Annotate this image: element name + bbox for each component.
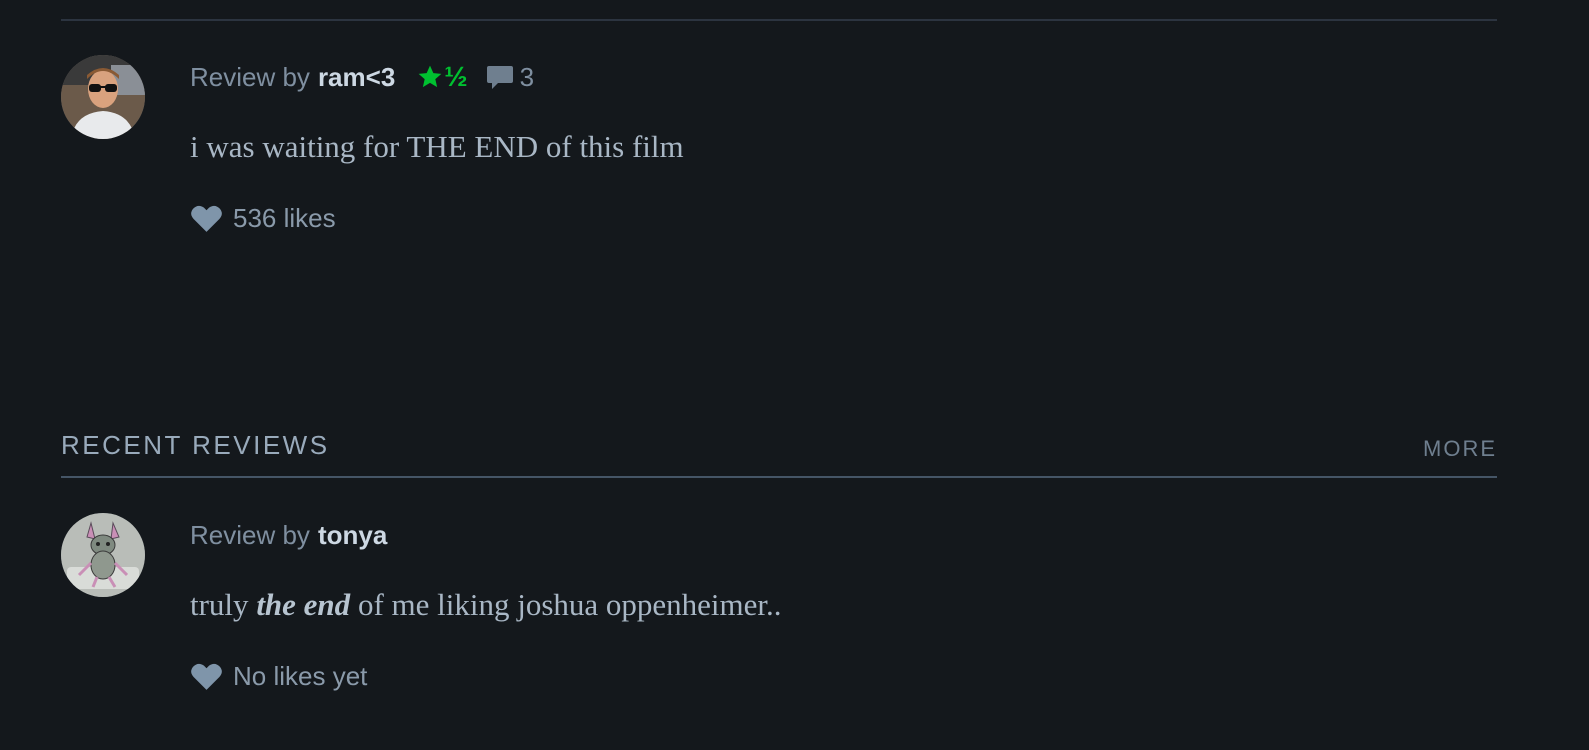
review-by-label: Review by xyxy=(190,519,310,550)
review-text-emphasis: the end xyxy=(256,587,351,622)
half-star-label: ½ xyxy=(444,61,468,92)
review-byline: Review by tonya xyxy=(190,513,1390,557)
speech-bubble-icon xyxy=(486,66,513,89)
section-title[interactable]: RECENT REVIEWS xyxy=(61,430,330,461)
review-text-start: truly xyxy=(190,587,257,622)
likes-count: 536 likes xyxy=(233,203,336,233)
more-link[interactable]: MORE xyxy=(1423,436,1497,462)
review-likes: 536 likes xyxy=(190,203,1390,234)
review-text[interactable]: i was waiting for THE END of this film xyxy=(190,129,1390,165)
reviewer-avatar[interactable] xyxy=(61,513,145,597)
star-icon xyxy=(418,65,442,88)
review-rating: ½ xyxy=(417,61,468,93)
likes-count: No likes yet xyxy=(233,661,368,691)
review-body: Review by tonya truly the end of me liki… xyxy=(190,513,1390,692)
review-text-end: of me liking joshua oppenheimer.. xyxy=(350,587,782,622)
heart-icon[interactable] xyxy=(190,662,223,691)
review-likes: No likes yet xyxy=(190,661,1390,692)
avatar-image xyxy=(61,513,145,597)
review-by-label: Review by xyxy=(190,61,310,92)
reviewer-name-link[interactable]: ram<3 xyxy=(318,62,395,93)
avatar-image xyxy=(61,55,145,139)
comment-count: 3 xyxy=(519,61,535,92)
heart-icon[interactable] xyxy=(190,204,223,233)
reviewer-avatar[interactable] xyxy=(61,55,145,139)
review-text[interactable]: truly the end of me liking joshua oppenh… xyxy=(190,587,1390,623)
recent-reviews-header: RECENT REVIEWS MORE xyxy=(61,430,1497,478)
divider xyxy=(61,19,1497,21)
review-body: Review by ram<3 ½ 3 i was waiting for TH… xyxy=(190,55,1390,234)
reviewer-name-link[interactable]: tonya xyxy=(318,520,387,551)
review-byline: Review by ram<3 ½ 3 xyxy=(190,55,1390,99)
review-comments-link[interactable]: 3 xyxy=(486,62,534,93)
